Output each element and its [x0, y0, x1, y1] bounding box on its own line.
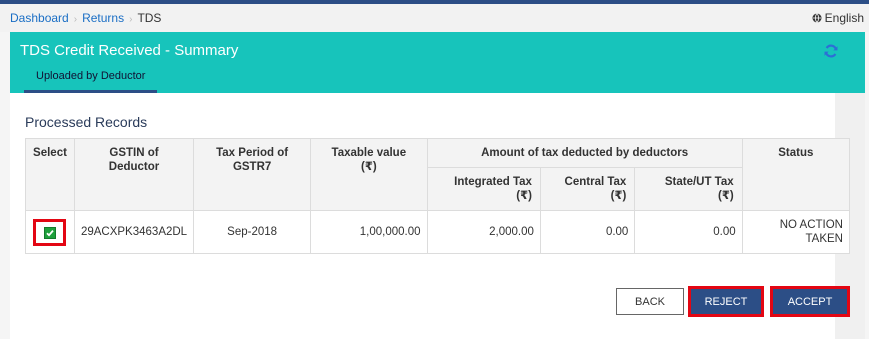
central-tax-cell: 0.00 — [539, 210, 636, 254]
breadcrumb-current: TDS — [137, 11, 162, 25]
language-label: English — [824, 11, 864, 25]
tax-period-cell: Sep-2018 — [193, 210, 312, 254]
header-select: Select — [25, 138, 75, 211]
header-tax-period: Tax Period of GSTR7 — [193, 138, 312, 211]
globe-icon — [812, 13, 822, 23]
gstin-cell: 29ACXPK3463A2DL — [73, 210, 195, 254]
processed-records-table: Select GSTIN of Deductor Tax Period of GST… — [25, 138, 851, 254]
breadcrumb-dashboard[interactable]: Dashboard — [10, 11, 69, 25]
section-title: Processed Records — [25, 114, 148, 130]
row-checkbox[interactable] — [44, 226, 57, 239]
status-cell: NO ACTION TAKEN — [741, 210, 851, 254]
table-row: 29ACXPK3463A2DL Sep-2018 1,00,000.00 2,0… — [25, 210, 851, 254]
back-button[interactable]: BACK — [616, 288, 684, 315]
header-state-ut-tax: State/UT Tax (₹) — [634, 167, 743, 211]
tab-uploaded-by-deductor[interactable]: Uploaded by Deductor — [24, 68, 158, 93]
panel-header: TDS Credit Received - Summary Uploaded b… — [10, 32, 865, 93]
breadcrumb-bar: Dashboard › Returns › TDS English — [0, 4, 869, 32]
header-integrated-tax: Integrated Tax (₹) — [426, 167, 541, 211]
state-ut-tax-cell: 0.00 — [634, 210, 743, 254]
accept-button[interactable]: ACCEPT — [770, 286, 850, 317]
check-icon — [46, 229, 55, 237]
breadcrumb-separator-icon: › — [129, 14, 133, 25]
header-central-tax: Central Tax (₹) — [539, 167, 636, 211]
taxable-value-cell: 1,00,000.00 — [310, 210, 428, 254]
breadcrumb: Dashboard › Returns › TDS — [10, 11, 161, 25]
checkbox-highlight — [33, 218, 67, 246]
breadcrumb-separator-icon: › — [73, 14, 78, 25]
breadcrumb-returns[interactable]: Returns — [82, 11, 124, 25]
select-cell — [25, 210, 75, 254]
reject-button[interactable]: REJECT — [688, 286, 764, 317]
header-status: Status — [741, 138, 851, 211]
language-selector[interactable]: English — [812, 11, 864, 25]
refresh-icon[interactable] — [823, 43, 839, 59]
header-gstin: GSTIN of Deductor — [73, 138, 195, 211]
page-title: TDS Credit Received - Summary — [20, 42, 239, 59]
header-taxable-value: Taxable value (₹) — [310, 138, 428, 211]
integrated-tax-cell: 2,000.00 — [426, 210, 541, 254]
header-amount-group: Amount of tax deducted by deductors — [426, 138, 743, 168]
